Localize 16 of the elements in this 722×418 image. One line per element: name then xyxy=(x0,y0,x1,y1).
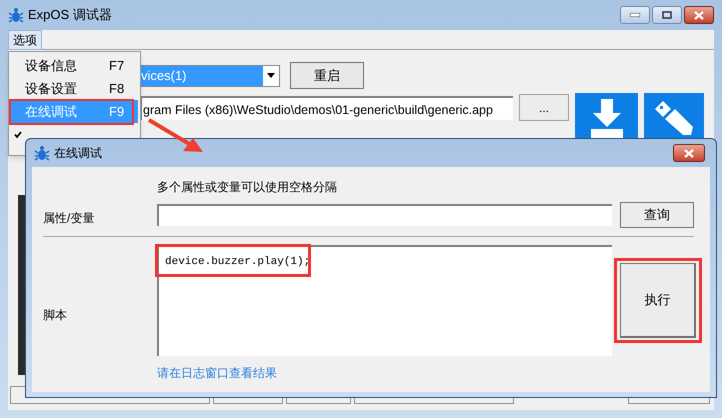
run-button[interactable]: 执行 xyxy=(620,263,696,338)
query-button[interactable]: 查询 xyxy=(620,202,694,228)
result-link[interactable]: 请在日志窗口查看结果 xyxy=(157,364,277,382)
path-field[interactable]: gram Files (x86)\WeStudio\demos\01-generic\build\generic.app xyxy=(140,96,513,120)
property-label: 属性/变量 xyxy=(43,210,96,227)
menu-item[interactable]: 设备信息 F7 xyxy=(11,54,138,77)
dialog-title: 在线调试 xyxy=(54,145,102,162)
menu-title[interactable]: 选项 xyxy=(8,30,42,50)
hint-text: 多个属性或变量可以使用空格分隔 xyxy=(157,179,338,196)
script-editor[interactable]: device.buzzer.play(1); xyxy=(157,245,612,356)
window-title: ExpOS 调试器 xyxy=(28,6,112,24)
script-code: device.buzzer.play(1); xyxy=(165,255,310,270)
restart-button[interactable]: 重启 xyxy=(290,62,364,89)
browse-button[interactable]: ... xyxy=(519,94,569,121)
script-label: 脚本 xyxy=(43,306,68,324)
menu-item[interactable]: 设备设置 F8 xyxy=(11,77,138,100)
